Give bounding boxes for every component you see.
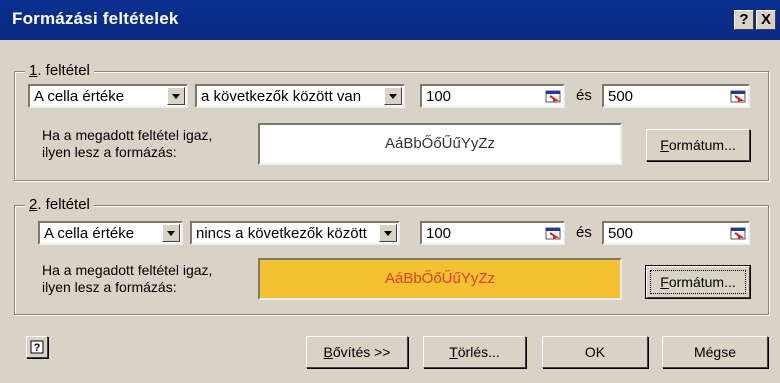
- condition-2-value2: 500: [608, 225, 634, 242]
- condition-1-type-value: A cella értéke: [34, 88, 125, 105]
- title-bar[interactable]: Formázási feltételek ? X: [0, 0, 780, 40]
- condition-1-operator-combo[interactable]: a következők között van: [195, 84, 405, 108]
- condition-1-type-combo[interactable]: A cella értéke: [28, 84, 188, 108]
- condition-1-label: 1. feltétel: [25, 62, 94, 79]
- condition-1-value2-input[interactable]: 500: [602, 84, 750, 108]
- expand-button[interactable]: Bővítés >>: [306, 336, 408, 368]
- condition-1-format-button[interactable]: Formátum...: [646, 129, 750, 161]
- window-title: Formázási feltételek: [12, 9, 179, 28]
- condition-2-type-combo[interactable]: A cella értéke: [38, 221, 183, 245]
- condition-2-format-preview: AáBbŐőŰűYyZz: [258, 258, 622, 300]
- condition-1-prompt-line1: Ha a megadott feltétel igaz,: [42, 127, 213, 143]
- condition-1-operator-value: a következők között van: [201, 88, 362, 105]
- collapse-dialog-icon[interactable]: [730, 88, 746, 104]
- condition-1-prompt: Ha a megadott feltétel igaz, ilyen lesz …: [42, 127, 212, 161]
- ok-button[interactable]: OK: [542, 336, 648, 368]
- condition-2-format-button[interactable]: Formátum...: [646, 266, 750, 298]
- svg-text:?: ?: [34, 342, 41, 354]
- chevron-down-icon[interactable]: [384, 87, 402, 105]
- help-button[interactable]: ?: [734, 10, 754, 30]
- conditional-formatting-dialog: Formázási feltételek ? X 1. feltétel A c…: [0, 0, 780, 383]
- condition-2-operator-combo[interactable]: nincs a következők között: [190, 221, 400, 245]
- cancel-button[interactable]: Mégse: [662, 336, 768, 368]
- collapse-dialog-icon[interactable]: [545, 88, 561, 104]
- condition-1-value1-input[interactable]: 100: [420, 84, 565, 108]
- condition-2-value1-input[interactable]: 100: [420, 221, 565, 245]
- collapse-dialog-icon[interactable]: [545, 225, 561, 241]
- collapse-dialog-icon[interactable]: [730, 225, 746, 241]
- chevron-down-icon[interactable]: [379, 224, 397, 242]
- chevron-down-icon[interactable]: [167, 87, 185, 105]
- condition-1-prompt-line2: ilyen lesz a formázás:: [42, 144, 177, 160]
- condition-1-value2: 500: [608, 88, 634, 105]
- condition-2-prompt-line1: Ha a megadott feltétel igaz,: [42, 262, 213, 278]
- delete-button[interactable]: Törlés...: [423, 336, 526, 368]
- condition-2-prompt-line2: ilyen lesz a formázás:: [42, 279, 177, 295]
- condition-2-operator-value: nincs a következők között: [196, 225, 367, 242]
- condition-2-value2-input[interactable]: 500: [602, 221, 750, 245]
- condition-1-format-preview: AáBbŐőŰűYyZz: [258, 123, 622, 165]
- condition-2-type-value: A cella értéke: [44, 225, 135, 242]
- condition-1-value1: 100: [426, 88, 452, 105]
- condition-2-prompt: Ha a megadott feltétel igaz, ilyen lesz …: [42, 262, 212, 296]
- condition-2-and-label: és: [576, 224, 592, 241]
- condition-2-label: 2. feltétel: [25, 196, 94, 213]
- close-button[interactable]: X: [756, 10, 776, 30]
- help-question-icon[interactable]: ?: [26, 336, 48, 358]
- condition-2-value1: 100: [426, 225, 452, 242]
- condition-1-and-label: és: [576, 87, 592, 104]
- chevron-down-icon[interactable]: [162, 224, 180, 242]
